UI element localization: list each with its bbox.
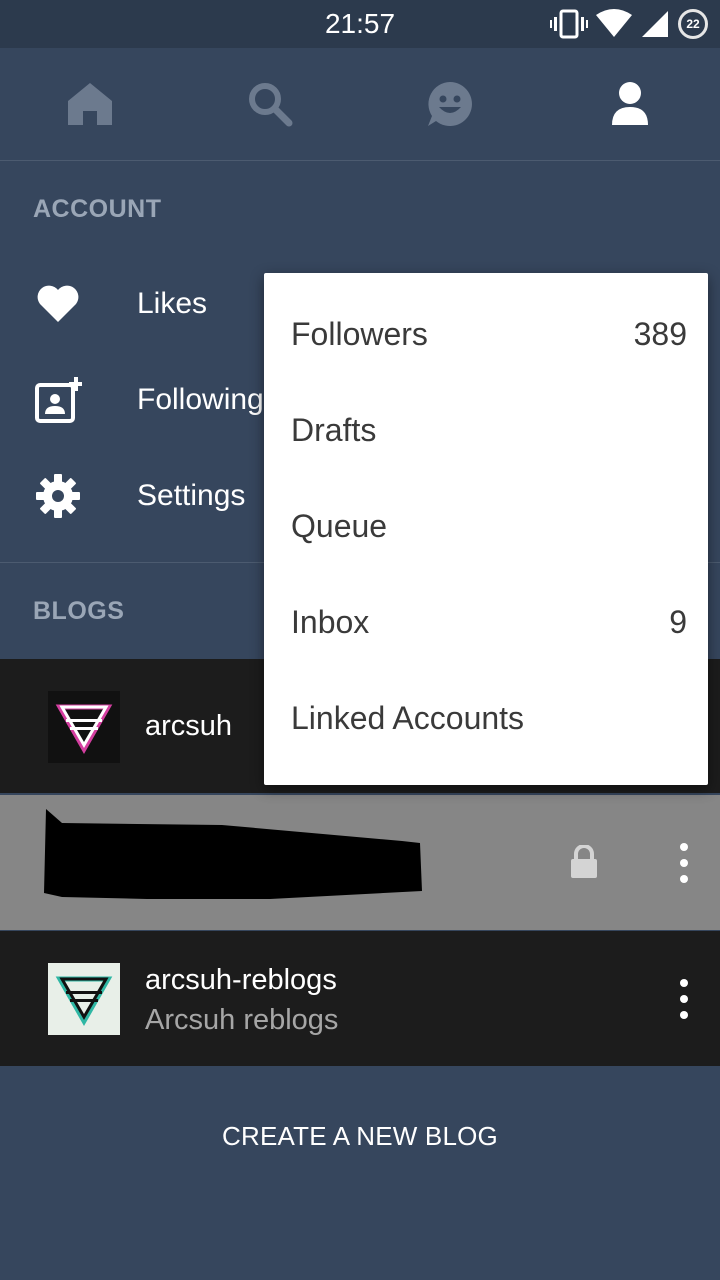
blog-row-arcsuh-reblogs[interactable]: arcsuh-reblogs Arcsuh reblogs <box>0 931 720 1066</box>
account-section-label: ACCOUNT <box>33 195 162 223</box>
popup-label: Linked Accounts <box>291 700 525 736</box>
redaction-mark <box>44 809 422 899</box>
popup-item-followers[interactable]: Followers 389 <box>264 286 708 382</box>
blog-avatar-logo <box>55 704 113 755</box>
blog-avatar <box>48 691 120 763</box>
status-bar: 21:57 22 <box>0 0 720 48</box>
lock-icon <box>571 845 597 878</box>
create-new-blog-button[interactable]: CREATE A NEW BLOG <box>0 1096 720 1176</box>
tab-search[interactable] <box>180 48 360 160</box>
blog-name: arcsuh-reblogs <box>145 964 337 996</box>
heart-icon <box>34 280 82 328</box>
blog-options-menu[interactable] <box>672 979 696 1019</box>
popup-count: 389 <box>633 316 687 352</box>
popup-item-linked-accounts[interactable]: Linked Accounts <box>264 670 708 766</box>
search-icon <box>249 83 293 127</box>
popup-item-inbox[interactable]: Inbox 9 <box>264 574 708 670</box>
status-icons: 22 <box>550 6 708 42</box>
popup-label: Drafts <box>291 412 377 448</box>
battery-icon: 22 <box>678 9 708 39</box>
cell-signal-icon <box>642 11 668 37</box>
popup-label: Queue <box>291 508 388 544</box>
tab-bar <box>0 48 720 161</box>
blog-name: arcsuh <box>145 710 233 742</box>
popup-item-queue[interactable]: Queue <box>264 478 708 574</box>
blog-row-private[interactable] <box>0 795 720 930</box>
blog-avatar-logo <box>55 976 113 1027</box>
menu-label-following: Following <box>137 383 264 416</box>
add-contact-icon <box>34 376 82 424</box>
account-popup-menu: Followers 389 Drafts Queue Inbox 9 Linke… <box>264 273 708 785</box>
blog-avatar <box>48 963 120 1035</box>
wifi-icon <box>596 9 632 37</box>
smiley-chat-icon <box>428 82 472 126</box>
popup-label: Followers <box>291 316 428 352</box>
popup-item-drafts[interactable]: Drafts <box>264 382 708 478</box>
gear-icon <box>34 472 82 520</box>
tab-activity[interactable] <box>360 48 540 160</box>
menu-label-settings: Settings <box>137 479 246 512</box>
home-icon <box>68 83 112 125</box>
vibrate-icon <box>550 9 588 39</box>
popup-label: Inbox <box>291 604 370 640</box>
tab-account[interactable] <box>540 48 720 160</box>
blog-subtitle: Arcsuh reblogs <box>145 1004 339 1036</box>
blog-options-menu[interactable] <box>672 843 696 883</box>
blogs-section-label: BLOGS <box>33 597 125 625</box>
tab-home[interactable] <box>0 48 180 160</box>
popup-count: 9 <box>669 604 687 640</box>
menu-label-likes: Likes <box>137 287 208 320</box>
person-icon <box>612 82 648 125</box>
